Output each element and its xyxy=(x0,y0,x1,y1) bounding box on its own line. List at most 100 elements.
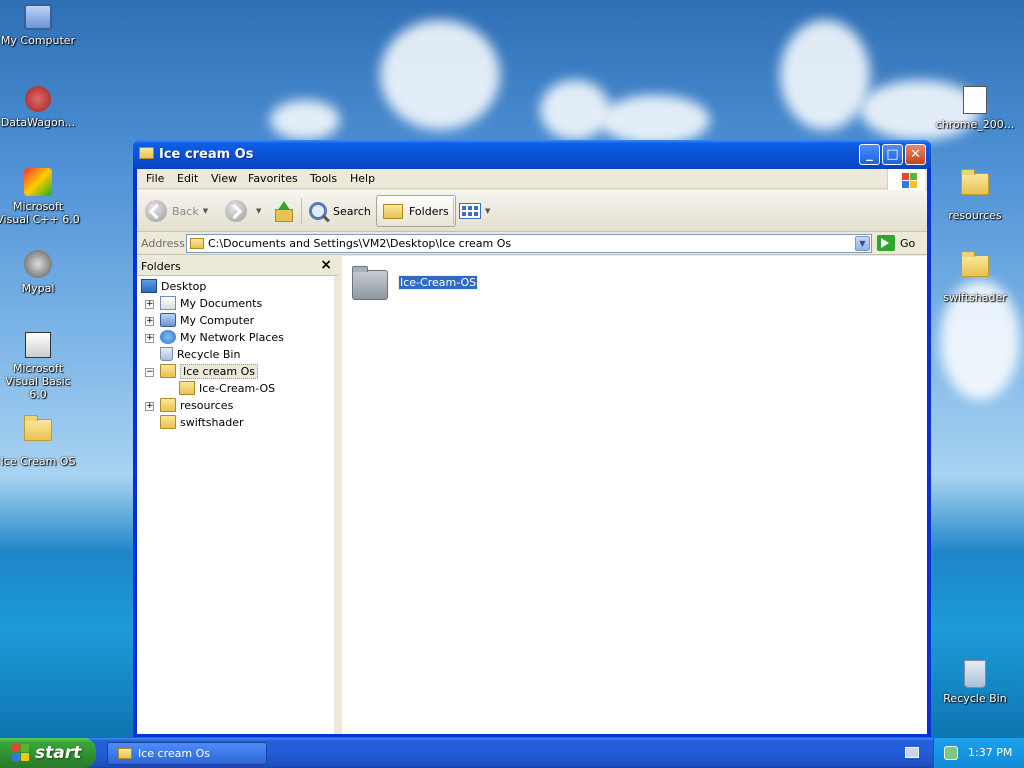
close-pane-button[interactable]: × xyxy=(320,257,332,273)
standard-toolbar: Back ▼ ▼ Search Folders ▼ xyxy=(137,190,927,232)
tree-item-label: My Computer xyxy=(180,313,255,327)
address-input[interactable]: C:\Documents and Settings\VM2\Desktop\Ic… xyxy=(186,234,872,253)
expand-toggle[interactable]: + xyxy=(145,317,154,326)
tree-item-ice-cream-os[interactable]: Ice cream Os xyxy=(160,363,258,379)
back-arrow-icon xyxy=(145,200,167,222)
visual-cpp-icon xyxy=(24,168,52,196)
desktop-icon-datawagon[interactable]: DataWagon... xyxy=(0,86,80,129)
views-button[interactable]: ▼ xyxy=(459,195,490,227)
folder-icon xyxy=(139,147,154,159)
back-button[interactable]: Back ▼ xyxy=(145,195,208,227)
my-computer-icon xyxy=(24,4,52,30)
desktop-icon-chrome-installer[interactable]: chrome_200... xyxy=(933,86,1017,131)
recycle-bin-icon xyxy=(964,660,986,688)
folder-icon xyxy=(160,415,176,429)
window-title: Ice cream Os xyxy=(159,147,254,162)
desktop-icon-mypal[interactable]: Mypal xyxy=(0,250,80,295)
menu-edit[interactable]: Edit xyxy=(177,172,198,185)
tree-item-network-places[interactable]: My Network Places xyxy=(160,329,284,345)
address-bar: Address C:\Documents and Settings\VM2\De… xyxy=(137,233,927,255)
collapse-toggle[interactable]: − xyxy=(145,368,154,377)
search-icon xyxy=(309,202,327,220)
desktop-icon-visual-basic[interactable]: Microsoft Visual Basic 6.0 xyxy=(0,332,80,401)
tree-item-desktop[interactable]: Desktop xyxy=(141,278,206,294)
tree-item-label: swiftshader xyxy=(180,415,244,429)
maximize-button[interactable]: □ xyxy=(882,144,903,165)
start-button[interactable]: start xyxy=(0,738,96,768)
folder-item-label[interactable]: Ice-Cream-OS xyxy=(397,275,479,290)
desktop-icon-label: swiftshader xyxy=(943,291,1007,304)
desktop-icon-recycle-bin[interactable]: Recycle Bin xyxy=(933,660,1017,705)
chevron-down-icon: ▼ xyxy=(485,207,491,215)
menu-view[interactable]: View xyxy=(211,172,237,185)
menu-bar: File Edit View Favorites Tools Help xyxy=(137,169,927,191)
menu-file[interactable]: File xyxy=(146,172,164,185)
tree-item-label: Ice cream Os xyxy=(180,363,258,379)
menu-favorites[interactable]: Favorites xyxy=(248,172,298,185)
tree-item-label: resources xyxy=(180,398,234,412)
recycle-bin-icon xyxy=(160,347,173,361)
keyboard-icon[interactable] xyxy=(905,747,919,758)
explorer-window: Ice cream Os _ □ ✕ File Edit View Favori… xyxy=(133,140,931,737)
desktop-icon-ice-cream-os[interactable]: Ice Cream OS xyxy=(0,414,80,468)
folders-pane-title: Folders xyxy=(141,260,181,273)
tree-item-my-documents[interactable]: My Documents xyxy=(160,295,262,311)
mypal-icon xyxy=(24,250,52,278)
desktop-icon-visual-cpp[interactable]: Microsoft Visual C++ 6.0 xyxy=(0,168,80,226)
taskbar-window-label: Ice cream Os xyxy=(138,747,210,760)
forward-arrow-icon xyxy=(225,200,247,222)
file-list-view[interactable]: Ice-Cream-OS xyxy=(342,256,927,734)
datawagon-icon xyxy=(25,86,51,112)
setup-file-icon xyxy=(963,86,987,114)
desktop-icon-label: chrome_200... xyxy=(935,118,1015,131)
my-documents-icon xyxy=(160,296,176,310)
folder-icon xyxy=(961,251,989,277)
folder-up-icon xyxy=(273,201,293,222)
expand-toggle[interactable]: + xyxy=(145,334,154,343)
windows-logo-icon xyxy=(887,169,925,191)
network-status-icon[interactable] xyxy=(944,746,958,760)
desktop-icon-my-computer[interactable]: My Computer xyxy=(0,4,80,47)
up-button[interactable] xyxy=(273,195,293,227)
minimize-button[interactable]: _ xyxy=(859,144,880,165)
expand-toggle[interactable]: + xyxy=(145,402,154,411)
forward-button[interactable]: ▼ xyxy=(225,195,261,227)
go-arrow-icon xyxy=(877,235,895,251)
go-button[interactable]: Go xyxy=(877,235,915,251)
desktop-icon-resources[interactable]: resources xyxy=(933,168,1017,222)
search-button[interactable]: Search xyxy=(309,195,371,227)
folder-icon[interactable] xyxy=(352,266,388,300)
folders-button[interactable]: Folders xyxy=(376,195,456,227)
tree-item-ice-cream-os-sub[interactable]: Ice-Cream-OS xyxy=(179,380,275,396)
toolbar-separator xyxy=(301,198,302,224)
menu-tools[interactable]: Tools xyxy=(310,172,337,185)
system-tray: 1:37 PM xyxy=(933,738,1024,768)
clock[interactable]: 1:37 PM xyxy=(968,746,1012,759)
menu-help[interactable]: Help xyxy=(350,172,375,185)
tree-item-label: Recycle Bin xyxy=(177,347,241,361)
desktop-icon xyxy=(141,279,157,293)
address-dropdown-button[interactable]: ▼ xyxy=(855,236,870,251)
desktop-icon-swiftshader[interactable]: swiftshader xyxy=(933,250,1017,304)
folders-icon xyxy=(383,203,403,219)
tree-item-label: My Network Places xyxy=(180,330,284,344)
tree-item-label: Desktop xyxy=(161,279,207,293)
go-label: Go xyxy=(900,236,916,250)
chevron-down-icon: ▼ xyxy=(256,207,262,215)
tree-item-recycle-bin[interactable]: Recycle Bin xyxy=(160,346,240,362)
tree-item-resources[interactable]: resources xyxy=(160,397,233,413)
taskbar-window-button[interactable]: Ice cream Os xyxy=(107,742,267,765)
title-bar[interactable]: Ice cream Os _ □ ✕ xyxy=(133,140,931,169)
windows-logo-icon xyxy=(12,744,30,762)
close-button[interactable]: ✕ xyxy=(905,144,926,165)
folders-pane-header: Folders × xyxy=(137,256,338,276)
tree-item-swiftshader[interactable]: swiftshader xyxy=(160,414,244,430)
folder-icon xyxy=(190,238,204,249)
folder-icon xyxy=(160,364,176,378)
expand-toggle[interactable]: + xyxy=(145,300,154,309)
folder-icon xyxy=(118,748,132,759)
taskbar: start Ice cream Os 1:37 PM xyxy=(0,738,1024,768)
views-icon xyxy=(459,203,481,219)
desktop-icon-label: Mypal xyxy=(21,282,55,295)
tree-item-my-computer[interactable]: My Computer xyxy=(160,312,254,328)
